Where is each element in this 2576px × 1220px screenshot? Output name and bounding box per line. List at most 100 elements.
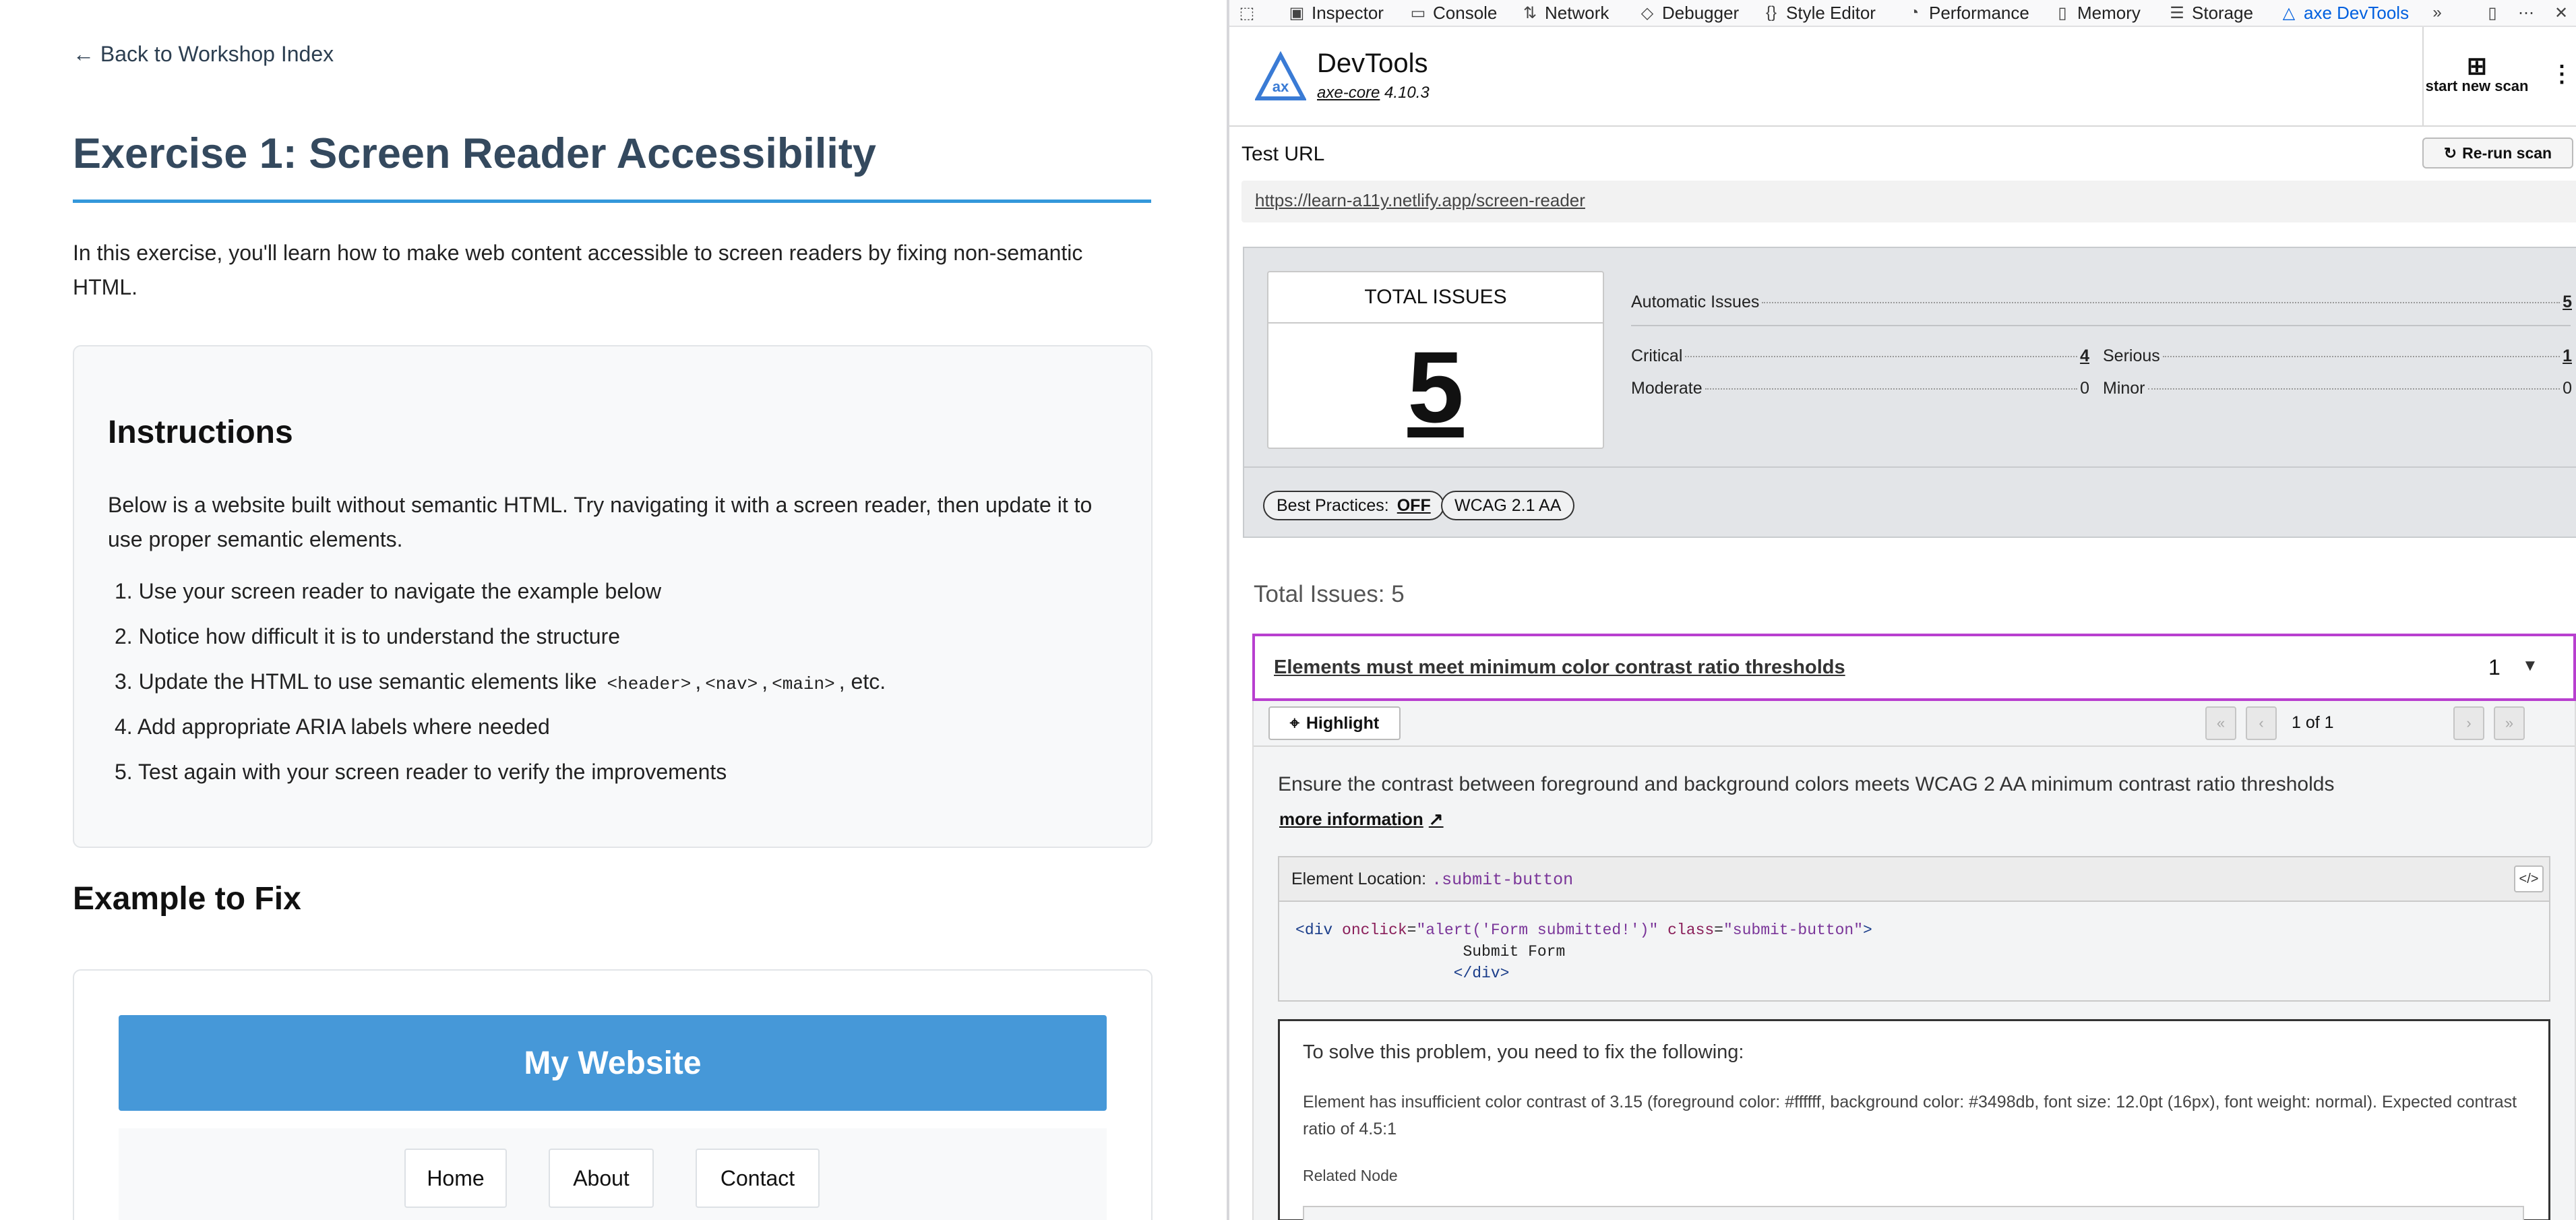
svg-text:ax: ax (1272, 78, 1289, 95)
console-icon: ▭ (1410, 3, 1426, 22)
scan-summary: TOTAL ISSUES 5 Automatic Issues 5 Critica… (1243, 247, 2576, 538)
location-selector[interactable]: .submit-button (1432, 870, 1573, 890)
tab-label: Memory (2077, 2, 2141, 23)
last-page-icon[interactable]: » (2494, 706, 2525, 740)
nav-about-button[interactable]: About (549, 1149, 654, 1208)
total-issues-card: TOTAL ISSUES 5 (1267, 271, 1604, 449)
axe-brand-title: DevTools (1317, 49, 1428, 78)
highlight-button[interactable]: ⌖ Highlight (1268, 706, 1401, 740)
devtools-panel: ⬚ ▣ Inspector ▭ Console ⇅ Network ◇ Debugger… (1227, 0, 2576, 1220)
test-url-link[interactable]: https://learn-a11y.netlify.app/screen-re… (1255, 190, 1585, 211)
element-picker-icon[interactable]: ⬚ (1237, 0, 1256, 26)
example-heading: Example to Fix (73, 881, 301, 917)
moderate-label: Moderate (1631, 379, 1703, 398)
rerun-scan-button[interactable]: ↻ Re-run scan (2422, 138, 2573, 169)
tab-network[interactable]: ⇅ Network (1521, 0, 1609, 26)
issue-title[interactable]: Elements must meet minimum color contras… (1274, 657, 1845, 679)
kebab-menu-icon[interactable]: ⋮ (2550, 61, 2573, 88)
critical-count[interactable]: 4 (2080, 346, 2089, 366)
tab-storage[interactable]: ☰ Storage (2168, 0, 2253, 26)
chevron-down-icon[interactable]: ▼ (2522, 657, 2538, 675)
prev-page-icon[interactable]: ‹ (2246, 706, 2277, 740)
total-issues-heading: Total Issues: 5 (1254, 581, 1405, 607)
serious-count[interactable]: 1 (2563, 346, 2572, 366)
close-icon[interactable]: ✕ (2552, 0, 2571, 26)
axe-logo-icon: ax (1255, 51, 1306, 100)
element-location: Element Location: .submit-button (1291, 870, 1573, 890)
issue-group-header[interactable]: Elements must meet minimum color contras… (1252, 634, 2576, 701)
axe-header: ax DevTools axe-core 4.10.3 ⊞ start new … (1229, 27, 2576, 127)
tab-label: Network (1545, 2, 1609, 23)
performance-icon: ◔ (1909, 3, 1920, 22)
back-to-index-link[interactable]: ← Back to Workshop Index (73, 42, 334, 67)
code-token: < (1295, 921, 1305, 939)
tab-label: Console (1433, 2, 1498, 23)
workshop-page: ← Back to Workshop Index Exercise 1: Scr… (0, 0, 1227, 1220)
instructions-text: Below is a website built without semanti… (108, 493, 1093, 551)
storage-icon: ☰ (2170, 3, 2184, 22)
more-tabs-icon[interactable]: » (2428, 0, 2447, 26)
refresh-icon: ↻ (2443, 144, 2457, 162)
nav-home-button[interactable]: Home (404, 1149, 507, 1208)
total-issues-label: TOTAL ISSUES (1268, 272, 1603, 324)
issue-description: Ensure the contrast between foreground a… (1278, 773, 2335, 795)
code-value: "submit-button" (1723, 921, 1864, 939)
style-editor-icon: {} (1765, 3, 1777, 22)
tab-debugger[interactable]: ◇ Debugger (1638, 0, 1739, 26)
wcag-level-badge[interactable]: WCAG 2.1 AA (1441, 491, 1575, 520)
title-divider (73, 200, 1151, 203)
tab-performance[interactable]: ◔ Performance (1905, 0, 2029, 26)
step-item: 1. Use your screen reader to navigate th… (115, 579, 662, 603)
example-site-title: My Website (524, 1045, 702, 1081)
instructions-card: Instructions Below is a website built wi… (73, 345, 1153, 848)
responsive-icon[interactable]: ▯ (2483, 0, 2502, 26)
more-information-link[interactable]: more information ↗ (1279, 809, 1444, 830)
html-snippet: <div onclick="alert('Form submitted!')" … (1295, 921, 1872, 982)
automatic-label: Automatic Issues (1631, 293, 1760, 311)
total-issues-count[interactable]: 5 (1268, 326, 1603, 448)
step-item: 2. Notice how difficult it is to underst… (115, 624, 621, 648)
code-attr: class (1667, 921, 1715, 939)
tab-console[interactable]: ▭ Console (1409, 0, 1498, 26)
axe-core-link[interactable]: axe-core (1317, 84, 1380, 102)
tab-label: Storage (2192, 2, 2254, 23)
tab-label: Style Editor (1786, 2, 1876, 23)
serious-label: Serious (2103, 346, 2160, 365)
issue-count: 1 (2488, 655, 2501, 679)
best-practices-toggle[interactable]: Best Practices: OFF (1263, 491, 1444, 520)
memory-icon: ▯ (2058, 3, 2067, 22)
minor-count: 0 (2563, 379, 2572, 398)
code-separator: , (695, 669, 702, 694)
wcag-label: WCAG 2.1 AA (1454, 495, 1562, 515)
inspector-icon: ▣ (1289, 3, 1305, 22)
devtools-toolbar: ⬚ ▣ Inspector ▭ Console ⇅ Network ◇ Debugger… (1229, 0, 2576, 27)
pager-status: 1 of 1 (2292, 713, 2334, 732)
automatic-count[interactable]: 5 (2563, 293, 2572, 312)
next-page-icon[interactable]: › (2453, 706, 2484, 740)
start-new-scan-button[interactable]: ⊞ start new scan (2422, 27, 2530, 125)
step-item: 3. Update the HTML to use semantic eleme… (115, 667, 886, 712)
step-text: 3. Update the HTML to use semantic eleme… (115, 669, 603, 694)
summary-divider (1631, 325, 2571, 326)
minor-row: Minor 0 (2103, 379, 2572, 398)
code-separator: , (762, 669, 768, 694)
related-node-box (1303, 1206, 2524, 1220)
tab-style-editor[interactable]: {} Style Editor (1762, 0, 1876, 26)
example-site-header: My Website (119, 1015, 1107, 1111)
menu-dots-icon[interactable]: ⋯ (2517, 0, 2536, 26)
instructions-list: 1. Use your screen reader to navigate th… (115, 577, 886, 803)
moderate-count: 0 (2080, 379, 2089, 398)
tab-axe-devtools[interactable]: △ axe DevTools (2279, 0, 2409, 26)
tab-inspector[interactable]: ▣ Inspector (1287, 0, 1384, 26)
new-scan-icon: ⊞ (2466, 52, 2488, 80)
network-icon: ⇅ (1523, 3, 1537, 22)
automatic-issues-row: Automatic Issues 5 (1631, 293, 2572, 312)
code-nav: <nav> (705, 674, 758, 694)
step-suffix: , etc. (838, 669, 886, 694)
best-practices-value: OFF (1397, 495, 1431, 515)
code-toggle-icon[interactable]: </> (2514, 865, 2544, 892)
step-item: 5. Test again with your screen reader to… (115, 760, 727, 784)
nav-contact-button[interactable]: Contact (696, 1149, 820, 1208)
first-page-icon[interactable]: « (2205, 706, 2236, 740)
tab-memory[interactable]: ▯ Memory (2053, 0, 2141, 26)
